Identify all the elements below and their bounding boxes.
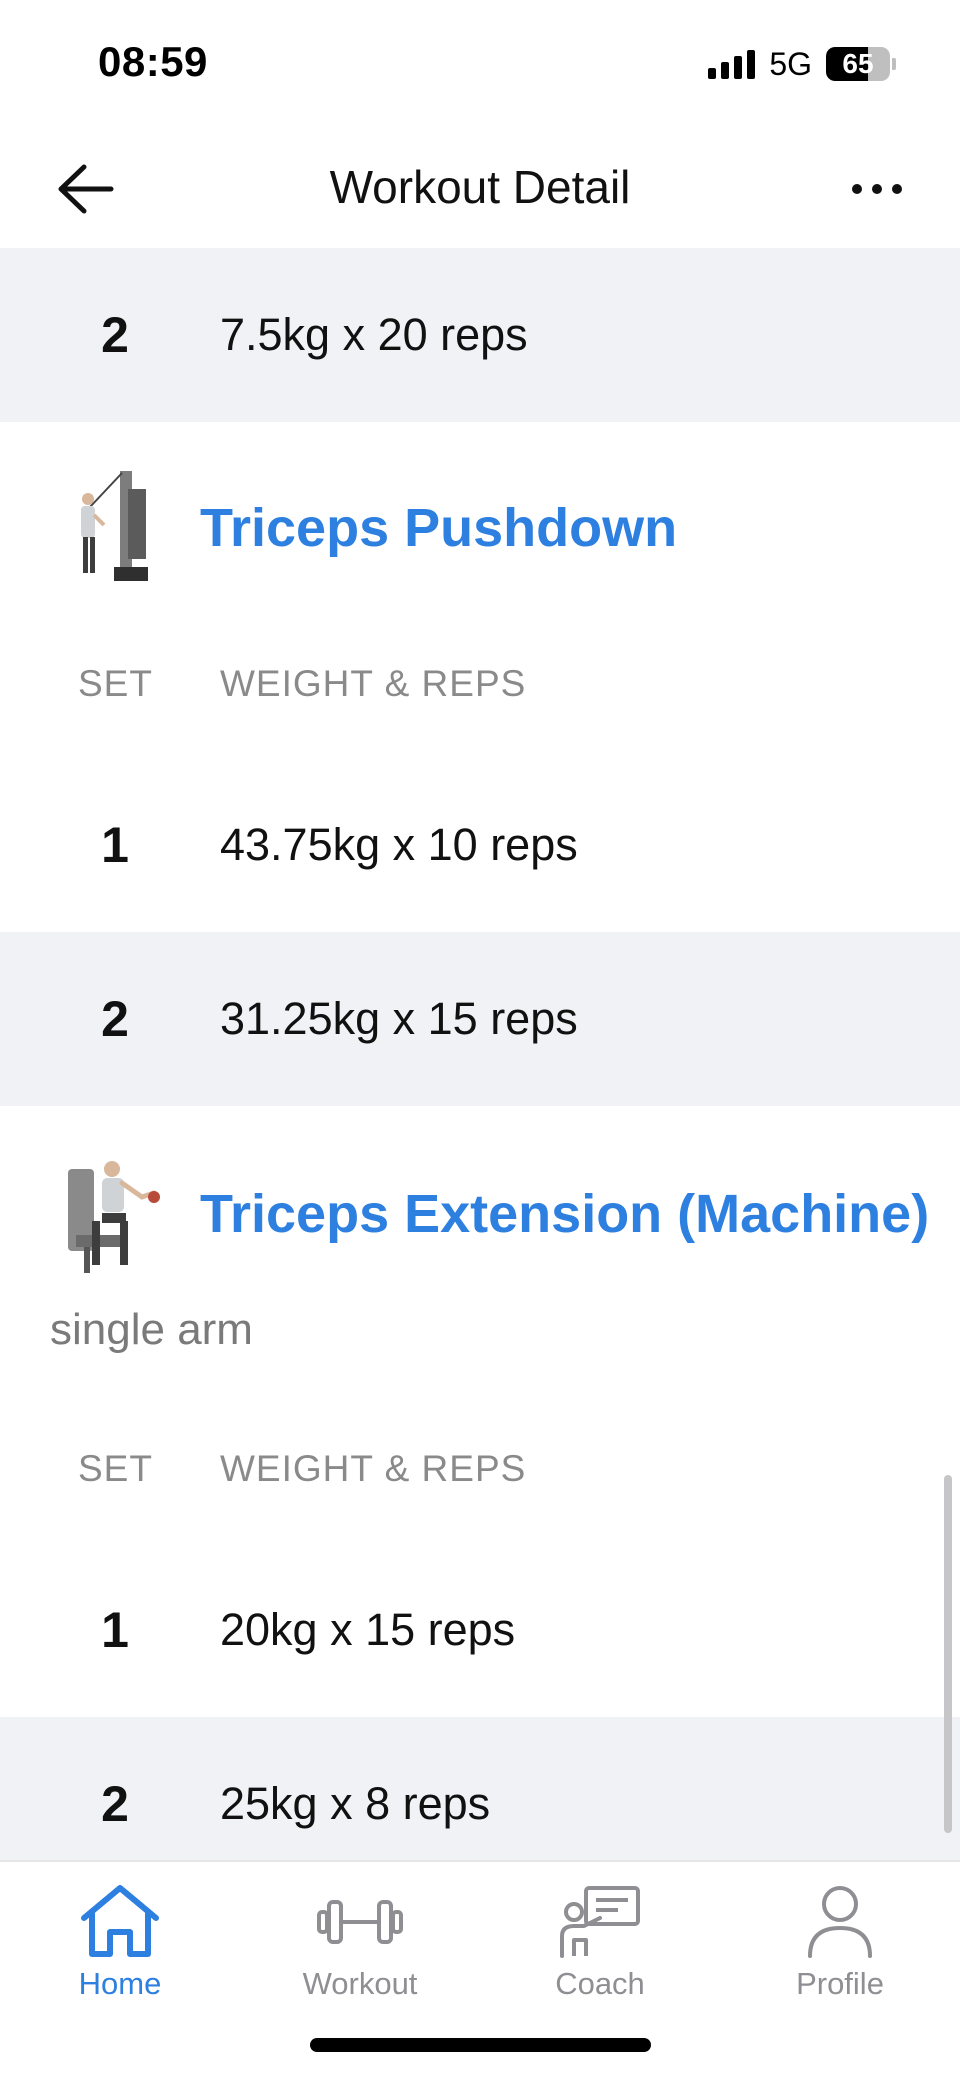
tab-label: Workout — [302, 1966, 418, 2001]
exercise-name[interactable]: Triceps Pushdown — [200, 497, 677, 559]
battery-tip — [892, 58, 896, 70]
tab-coach[interactable]: Coach — [505, 1882, 695, 2002]
exercise-header[interactable]: Triceps Pushdown — [0, 455, 960, 605]
more-dot — [892, 184, 902, 194]
set-row: 2 7.5kg x 20 reps — [0, 248, 960, 422]
tab-label: Home — [78, 1966, 162, 2001]
sets-column-header: SET WEIGHT & REPS — [0, 663, 960, 723]
tab-profile[interactable]: Profile — [745, 1882, 935, 2002]
status-time: 08:59 — [98, 38, 208, 85]
tab-label: Profile — [796, 1966, 884, 2001]
profile-icon — [808, 1886, 872, 1958]
workout-detail-content[interactable]: 2 7.5kg x 20 reps Triceps Pushdown SET W… — [0, 248, 960, 1860]
set-weight-reps: 31.25kg x 15 reps — [220, 993, 578, 1044]
more-horizontal-icon — [852, 184, 862, 194]
set-number: 1 — [101, 817, 129, 873]
column-set-label: SET — [78, 1448, 153, 1489]
status-indicators: 5G 65 — [708, 44, 896, 84]
tab-label: Coach — [555, 1966, 645, 2001]
battery-percent: 65 — [842, 48, 874, 79]
column-set-label: SET — [78, 663, 153, 704]
set-row: 1 20kg x 15 reps — [0, 1543, 960, 1717]
set-weight-reps: 25kg x 8 reps — [220, 1778, 491, 1829]
tab-home[interactable]: Home — [25, 1882, 215, 2002]
more-options-button[interactable] — [842, 154, 912, 224]
exercise-note: single arm — [50, 1305, 253, 1354]
column-weight-reps-label: WEIGHT & REPS — [220, 663, 527, 704]
sets-column-header: SET WEIGHT & REPS — [0, 1448, 960, 1508]
exercise-header[interactable]: Triceps Extension (Machine) — [0, 1141, 960, 1291]
set-weight-reps: 20kg x 15 reps — [220, 1604, 516, 1655]
set-number: 2 — [101, 1776, 129, 1832]
more-dot — [872, 184, 882, 194]
dumbbell-icon — [317, 1900, 403, 1944]
set-weight-reps: 7.5kg x 20 reps — [220, 309, 528, 360]
status-bar: 08:59 5G 65 — [0, 0, 960, 130]
set-number: 2 — [101, 991, 129, 1047]
tab-workout[interactable]: Workout — [265, 1882, 455, 2002]
exercise-thumbnail-icon — [81, 471, 148, 581]
coach-icon — [560, 1886, 640, 1958]
exercise-name[interactable]: Triceps Extension (Machine) — [200, 1183, 929, 1245]
set-row: 2 31.25kg x 15 reps — [0, 932, 960, 1106]
signal-icon — [708, 49, 756, 79]
set-number: 2 — [101, 307, 129, 363]
vertical-scrollbar[interactable] — [944, 1475, 952, 1833]
column-weight-reps-label: WEIGHT & REPS — [220, 1448, 527, 1489]
exercise-thumbnail-icon — [68, 1161, 160, 1273]
nav-header: Workout Detail — [0, 130, 960, 248]
set-number: 1 — [101, 1602, 129, 1658]
page-title: Workout Detail — [329, 161, 631, 213]
set-weight-reps: 43.75kg x 10 reps — [220, 819, 578, 870]
battery-icon: 65 — [826, 47, 890, 81]
network-type: 5G — [769, 45, 812, 82]
home-indicator[interactable] — [310, 2038, 651, 2052]
home-icon — [81, 1885, 159, 1957]
set-row: 1 43.75kg x 10 reps — [0, 758, 960, 932]
set-row: 2 25kg x 8 reps — [0, 1717, 960, 1860]
